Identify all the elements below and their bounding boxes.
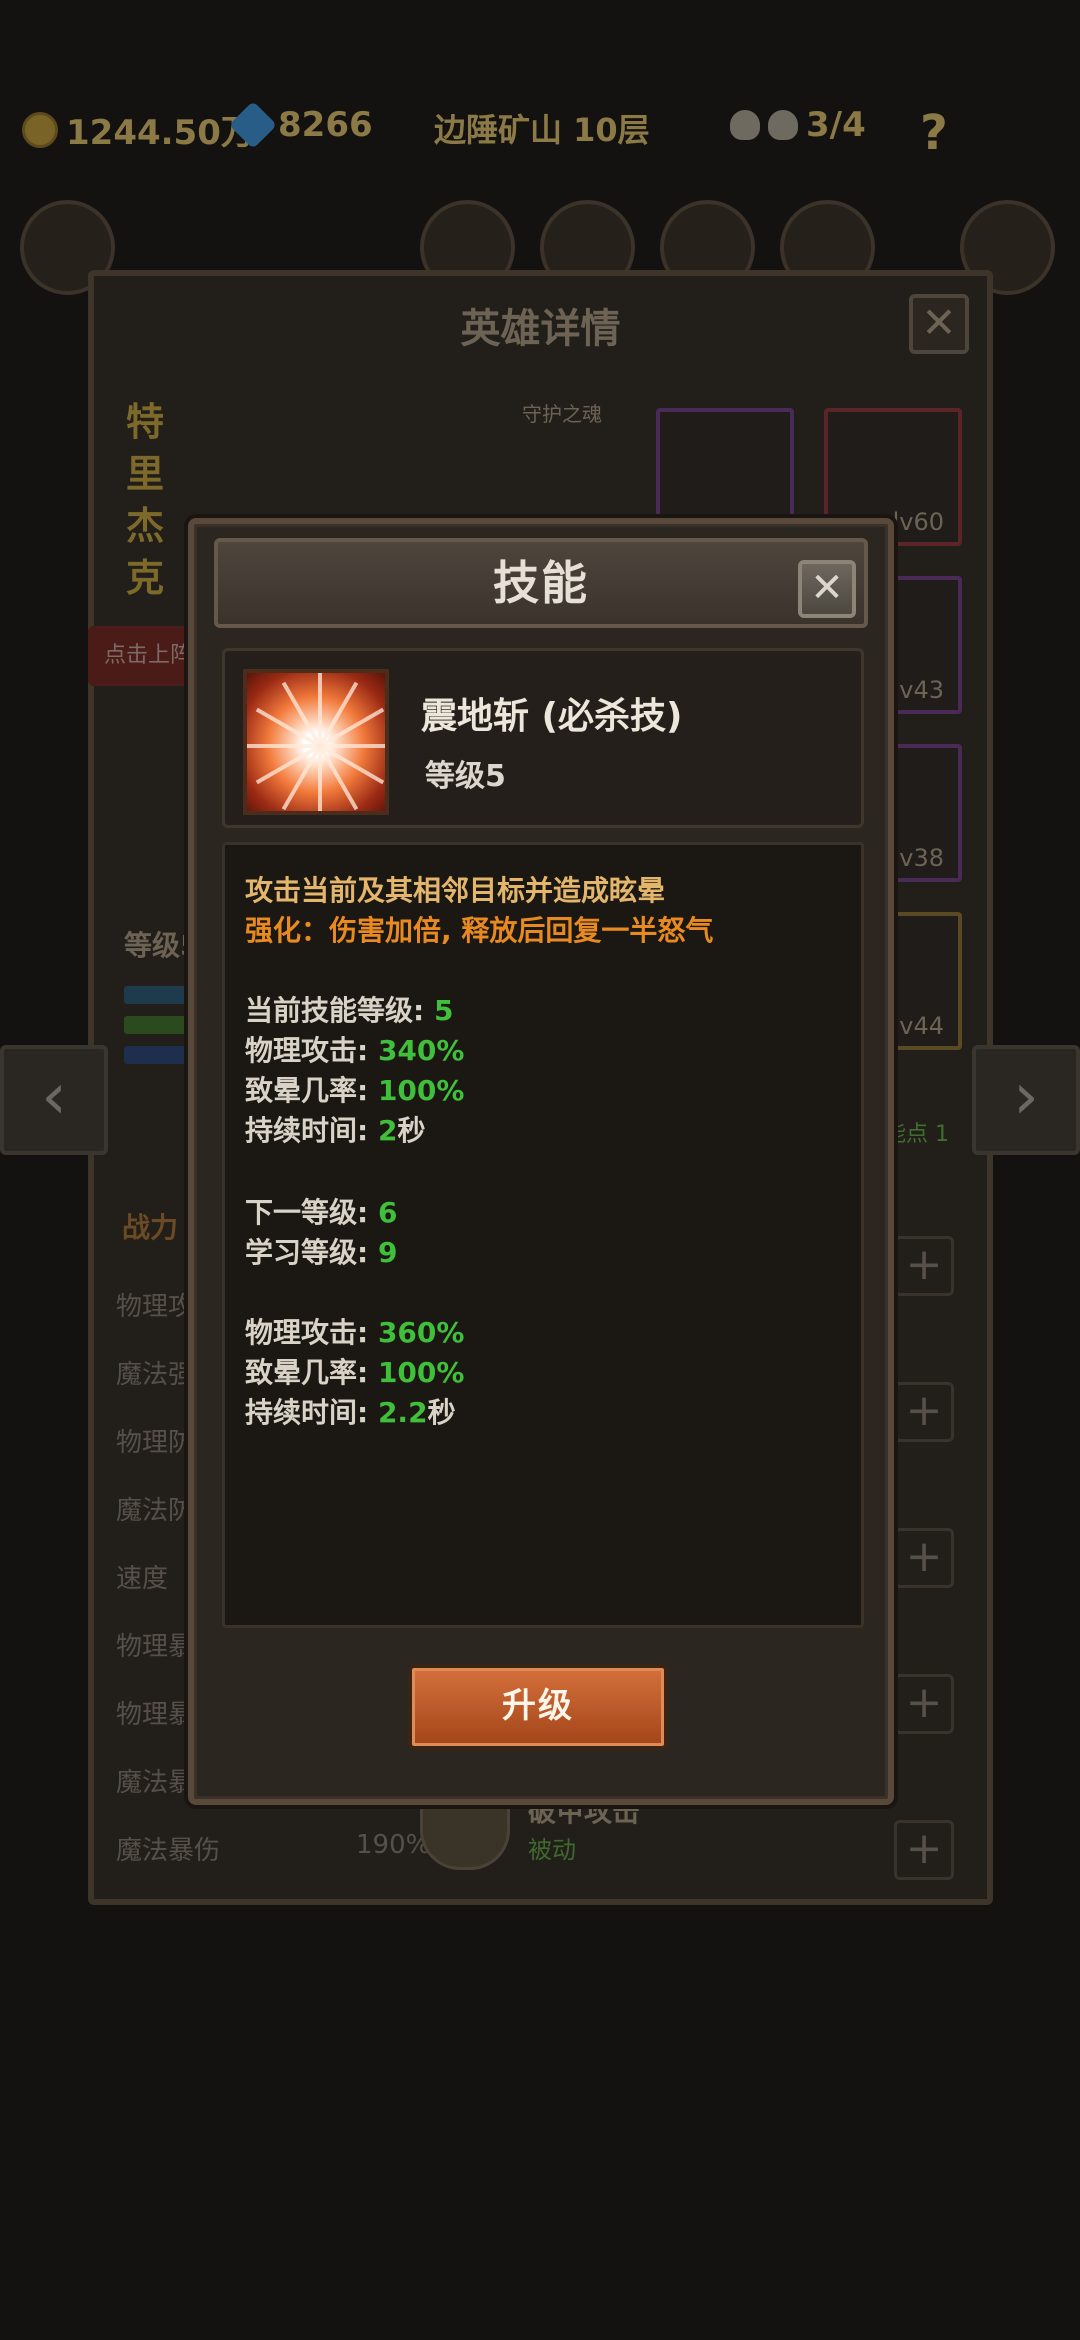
add-skill-button[interactable]: + (894, 1820, 954, 1880)
stat-label: 魔法强 (116, 1360, 195, 1390)
stat-label: 物理攻 (116, 1292, 195, 1322)
skull-counter: 3/4 (730, 105, 866, 145)
hero-detail-title: 英雄详情 (460, 306, 621, 352)
skill-enhance-text: 强化：伤害加倍, 释放后回复一半怒气 (245, 914, 714, 947)
guard-soul-label: 守护之魂 (522, 402, 602, 426)
skill-modal-close-button[interactable]: ✕ (798, 560, 856, 618)
stage-label: 边陲矿山 10层 (434, 111, 650, 149)
gem-counter: 8266 (228, 100, 373, 150)
stat-label: 魔法防 (116, 1496, 195, 1526)
bg-skill-type: 被动 (528, 1836, 576, 1864)
help-button[interactable]: ? (920, 105, 948, 161)
current-skill-level-line: 当前技能等级: 5 (245, 994, 454, 1027)
skill-modal: 技能 ✕ 震地斩 (必杀技) 等级5 攻击当前及其相邻目标并造成眩晕 强化：伤害… (188, 518, 894, 1805)
stat-label: 魔法暴 (116, 1768, 195, 1798)
power-label: 战力 (122, 1211, 179, 1244)
gem-icon (228, 100, 278, 150)
skill-level: 等级5 (425, 759, 506, 794)
stat-label: 物理防 (116, 1428, 195, 1458)
current-duration-line: 持续时间: 2秒 (245, 1114, 426, 1147)
key-icon (730, 110, 760, 140)
add-skill-button[interactable]: + (894, 1674, 954, 1734)
skill-modal-title: 技能 (493, 556, 589, 610)
hero-detail-close-button[interactable]: ✕ (909, 294, 969, 354)
skill-description: 攻击当前及其相邻目标并造成眩晕 (245, 874, 666, 907)
burst-skill-icon (243, 669, 389, 815)
upgrade-button[interactable]: 升级 (408, 1664, 668, 1750)
stat-label: 速度 (116, 1564, 169, 1594)
resource-bar: 1244.50万 8266 边陲矿山 10层 3/4 ? (0, 95, 1080, 165)
next-level-line: 下一等级: 6 (245, 1196, 398, 1229)
skull-icon (768, 110, 798, 140)
add-skill-button[interactable]: + (894, 1382, 954, 1442)
next-duration-line: 持续时间: 2.2秒 (245, 1396, 456, 1429)
next-hero-button[interactable]: › (972, 1045, 1080, 1155)
skill-description-box: 攻击当前及其相邻目标并造成眩晕 强化：伤害加倍, 释放后回复一半怒气 当前技能等… (222, 842, 864, 1628)
add-skill-button[interactable]: + (894, 1528, 954, 1588)
prev-hero-button[interactable]: ‹ (0, 1045, 108, 1155)
current-stun-chance-line: 致晕几率: 100% (245, 1074, 465, 1107)
current-physical-attack-line: 物理攻击: 340% (245, 1034, 465, 1067)
skill-header-card: 震地斩 (必杀技) 等级5 (222, 648, 864, 828)
skill-modal-header: 技能 (214, 538, 868, 628)
coin-icon (22, 111, 58, 148)
next-physical-attack-line: 物理攻击: 360% (245, 1316, 465, 1349)
stat-label: 魔法暴伤 (116, 1836, 221, 1866)
next-stun-chance-line: 致晕几率: 100% (245, 1356, 465, 1389)
stat-value: 190% (356, 1830, 431, 1860)
hero-name: 特里杰克 (126, 400, 165, 600)
stat-label: 物理暴 (116, 1700, 195, 1730)
learn-level-line: 学习等级: 9 (245, 1236, 398, 1269)
skill-name: 震地斩 (必杀技) (421, 696, 683, 737)
add-skill-button[interactable]: + (894, 1236, 954, 1296)
gold-counter: 1244.50万 (22, 105, 255, 154)
stat-label: 物理暴 (116, 1632, 195, 1662)
